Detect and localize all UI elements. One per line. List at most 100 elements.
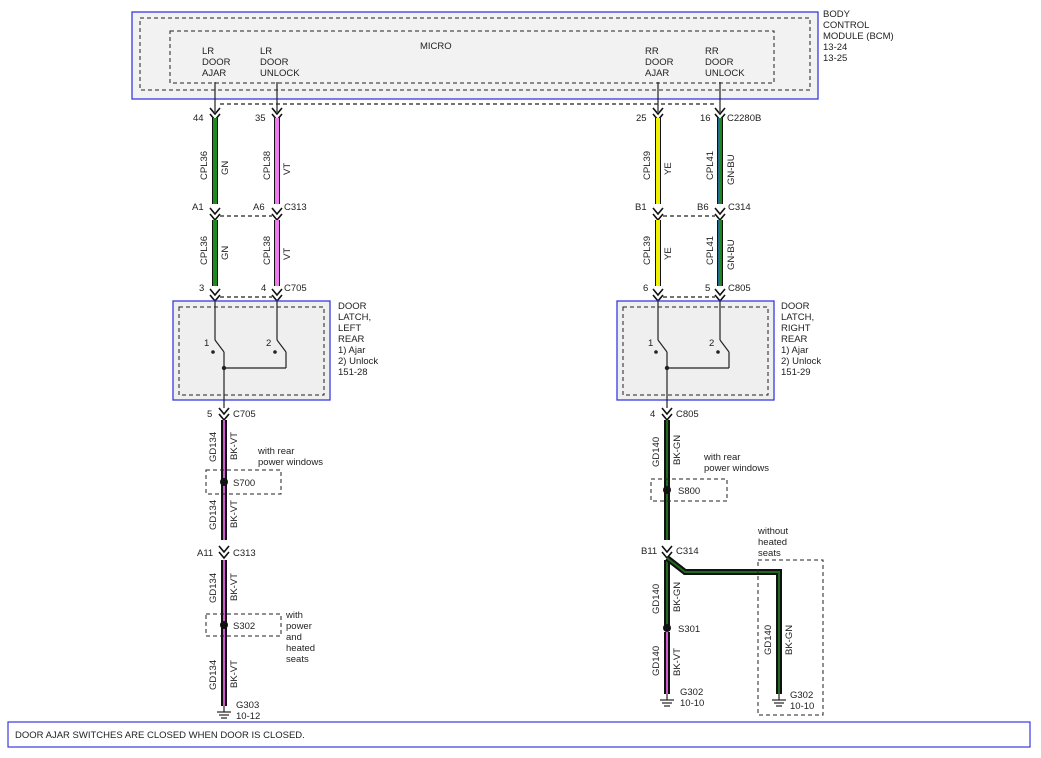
left-latch-title: DOOR LATCH, LEFT REAR 1) Ajar 2) Unlock … xyxy=(338,301,378,378)
wire-color-vt-upper: VT xyxy=(282,163,293,175)
wire-label-cpl39-lower: CPL39 xyxy=(642,236,653,265)
svg-text:power windows: power windows xyxy=(704,463,769,474)
c805-pin4-label: 4 xyxy=(650,409,655,420)
c314-label: C314 xyxy=(728,202,751,213)
svg-text:DOOR: DOOR xyxy=(781,301,810,312)
svg-text:13-25: 13-25 xyxy=(823,53,847,64)
svg-text:REAR: REAR xyxy=(781,334,808,345)
c705-label: C705 xyxy=(284,283,307,294)
svg-text:LATCH,: LATCH, xyxy=(338,312,371,323)
wire-color-bkvt-5: BK-VT xyxy=(672,648,683,676)
c313-a11-label: A11 xyxy=(197,548,213,559)
wire-label-gd140-4: GD140 xyxy=(763,625,774,655)
pin-35-label: 35 xyxy=(255,113,266,124)
connector-chevron-icon xyxy=(271,207,283,222)
svg-text:DOOR: DOOR xyxy=(202,57,231,68)
with-power-heated-seats: with power and heated seats xyxy=(285,610,315,665)
wire-color-bkvt-1: BK-VT xyxy=(229,432,240,460)
ground-g302-b-icon xyxy=(772,694,786,707)
svg-text:and: and xyxy=(286,632,302,643)
svg-text:LEFT: LEFT xyxy=(338,323,361,334)
svg-text:RR: RR xyxy=(705,46,719,57)
svg-text:with: with xyxy=(285,610,303,621)
svg-text:seats: seats xyxy=(758,548,781,559)
c805-pin6-label: 6 xyxy=(643,283,648,294)
wire-color-bkvt-3: BK-VT xyxy=(229,573,240,601)
connector-chevron-icon xyxy=(714,207,726,222)
wire-label-cpl36-upper: CPL36 xyxy=(199,151,210,180)
svg-text:LR: LR xyxy=(260,46,272,57)
wiring-diagram: MICRO BODY CONTROL MODULE (BCM) 13-24 13… xyxy=(7,9,1031,748)
c705-pin3-label: 3 xyxy=(199,283,204,294)
connector-chevron-icon xyxy=(661,545,673,560)
wire-color-bkgn-2: BK-GN xyxy=(672,582,683,612)
right-latch-title: DOOR LATCH, RIGHT REAR 1) Ajar 2) Unlock… xyxy=(781,301,821,378)
c705-pin4-label: 4 xyxy=(261,283,266,294)
wire-color-ye-lower: YE xyxy=(663,247,674,260)
s302-splice-dot xyxy=(220,621,228,629)
s302-label: S302 xyxy=(233,621,255,632)
svg-text:CONTROL: CONTROL xyxy=(823,20,869,31)
wire-label-gd134-3: GD134 xyxy=(208,573,219,603)
c313-bottom-label: C313 xyxy=(233,548,256,559)
wire-color-ye-upper: YE xyxy=(663,162,674,175)
wire-label-cpl39-upper: CPL39 xyxy=(642,151,653,180)
wire-color-gn-upper: GN xyxy=(220,161,231,175)
g302-b-ref: 10-10 xyxy=(790,701,814,712)
wire-label-gd134-2: GD134 xyxy=(208,500,219,530)
g303-label: G303 xyxy=(236,700,259,711)
svg-text:DOOR: DOOR xyxy=(338,301,367,312)
svg-text:without: without xyxy=(757,526,788,537)
connector-chevron-icon xyxy=(652,288,664,303)
c313-a1-label: A1 xyxy=(192,202,204,213)
pin-25-label: 25 xyxy=(636,113,647,124)
svg-text:AJAR: AJAR xyxy=(202,68,226,79)
wire-color-gnbu-upper: GN-BU xyxy=(726,154,737,185)
svg-text:heated: heated xyxy=(286,643,315,654)
left-latch-box xyxy=(172,300,331,401)
svg-text:AJAR: AJAR xyxy=(645,68,669,79)
svg-text:MODULE (BCM): MODULE (BCM) xyxy=(823,31,894,42)
wire-label-cpl38-upper: CPL38 xyxy=(262,151,273,180)
svg-text:with rear: with rear xyxy=(257,446,294,457)
c314-b6-label: B6 xyxy=(697,202,709,213)
with-rear-power-windows-right: with rear power windows xyxy=(703,452,769,474)
svg-text:UNLOCK: UNLOCK xyxy=(260,68,300,79)
micro-label: MICRO xyxy=(420,41,452,52)
connector-chevron-icon xyxy=(218,545,230,560)
svg-text:1) Ajar: 1) Ajar xyxy=(338,345,365,356)
connector-chevron-icon xyxy=(218,407,230,422)
c313-label: C313 xyxy=(284,202,307,213)
svg-text:power windows: power windows xyxy=(258,457,323,468)
s301-label: S301 xyxy=(678,624,700,635)
c314-b11-label: B11 xyxy=(641,546,657,557)
g302-a-ref: 10-10 xyxy=(680,698,704,709)
left-switch-2-label: 2 xyxy=(266,338,271,349)
wire-label-gd140-3: GD140 xyxy=(651,646,662,676)
c313-a6-label: A6 xyxy=(253,202,265,213)
svg-text:DOOR: DOOR xyxy=(705,57,734,68)
s700-label: S700 xyxy=(233,478,255,489)
s301-splice-dot xyxy=(663,624,671,632)
right-switch-1-label: 1 xyxy=(648,338,653,349)
connector-chevron-icon xyxy=(661,407,673,422)
note-text: DOOR AJAR SWITCHES ARE CLOSED WHEN DOOR … xyxy=(15,730,305,741)
svg-text:power: power xyxy=(286,621,312,632)
s800-label: S800 xyxy=(678,486,700,497)
c314-bottom-label: C314 xyxy=(676,546,699,557)
svg-text:BODY: BODY xyxy=(823,9,851,20)
svg-text:REAR: REAR xyxy=(338,334,365,345)
wire-label-cpl41-upper: CPL41 xyxy=(705,151,716,180)
c705-bottom-label: C705 xyxy=(233,409,256,420)
ground-g302-a-icon xyxy=(660,694,674,707)
right-switch-2-label: 2 xyxy=(709,338,714,349)
c805-label: C805 xyxy=(728,283,751,294)
wire-label-cpl36-lower: CPL36 xyxy=(199,236,210,265)
connector-chevron-icon xyxy=(209,207,221,222)
svg-text:2) Unlock: 2) Unlock xyxy=(338,356,378,367)
connector-chevron-icon xyxy=(209,288,221,303)
svg-text:heated: heated xyxy=(758,537,787,548)
right-latch-box xyxy=(616,300,775,401)
connector-chevron-icon xyxy=(652,207,664,222)
c805-bottom-label: C805 xyxy=(676,409,699,420)
